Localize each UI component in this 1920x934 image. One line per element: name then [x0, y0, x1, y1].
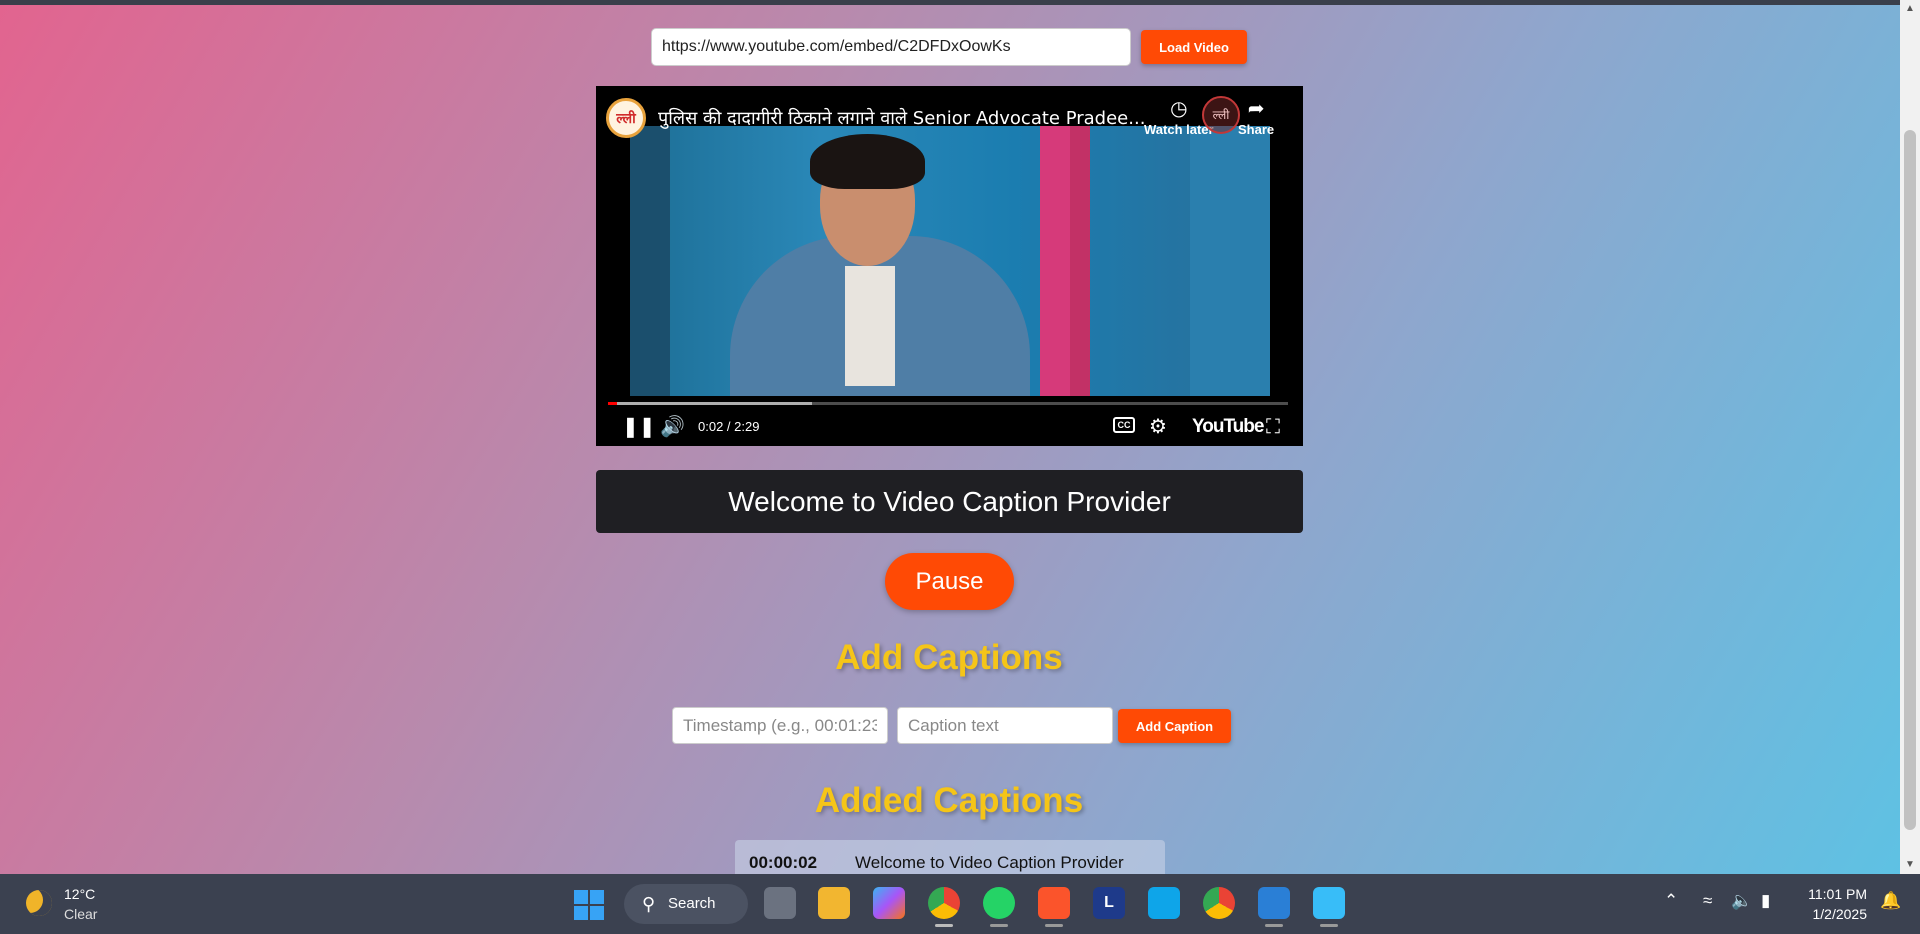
task-view-icon[interactable] — [764, 887, 796, 919]
page: Load Video ल्ली पुलिस की दादागीरी ठिकाने… — [0, 0, 1920, 874]
watch-later-label: Watch later — [1144, 122, 1214, 137]
file-explorer-icon[interactable] — [818, 887, 850, 919]
video-url-input[interactable] — [651, 28, 1131, 66]
battery-icon[interactable]: ▮ — [1761, 891, 1770, 911]
caption-list-item[interactable]: 00:00:02 Welcome to Video Caption Provid… — [735, 840, 1165, 874]
channel-watermark-icon: ल्ली — [1202, 96, 1240, 134]
clock-time[interactable]: 11:01 PM — [1803, 886, 1867, 902]
share-button[interactable]: ➦ Share — [1238, 96, 1274, 137]
video-frame — [630, 126, 1270, 396]
scroll-down-arrow-icon[interactable]: ▼ — [1900, 856, 1920, 874]
share-icon: ➦ — [1247, 98, 1265, 120]
whatsapp-icon[interactable] — [983, 887, 1015, 919]
add-caption-button[interactable]: Add Caption — [1118, 709, 1231, 743]
video-player[interactable]: ल्ली पुलिस की दादागीरी ठिकाने लगाने वाले… — [596, 86, 1303, 446]
settings-icon[interactable]: ⚙ — [1149, 414, 1167, 440]
progress-bar[interactable] — [608, 402, 1288, 405]
chrome-profile-icon[interactable] — [1203, 887, 1235, 919]
taskbar-search[interactable]: ⚲ Search — [624, 884, 748, 924]
added-captions-heading: Added Captions — [814, 781, 1084, 820]
chrome-icon[interactable] — [928, 887, 960, 919]
progress-played — [608, 402, 617, 405]
caption-timestamp: 00:00:02 — [749, 853, 818, 872]
copilot-icon[interactable] — [873, 887, 905, 919]
volume-icon[interactable]: 🔊 — [660, 414, 685, 440]
taskbar: 12°C Clear ⚲ Search L ⌃ ≈ 🔈 ▮ 11:01 PM 1… — [0, 874, 1920, 934]
l-app-icon[interactable]: L — [1093, 887, 1125, 919]
start-button[interactable] — [574, 890, 604, 920]
caption-display: Welcome to Video Caption Provider — [596, 470, 1303, 533]
video-title[interactable]: पुलिस की दादागीरी ठिकाने लगाने वाले Seni… — [658, 106, 1145, 130]
scrollbar-thumb[interactable] — [1904, 130, 1916, 830]
chevron-up-icon[interactable]: ⌃ — [1664, 891, 1678, 911]
time-display: 0:02 / 2:29 — [698, 419, 760, 434]
channel-avatar[interactable]: ल्ली — [606, 98, 646, 138]
cc-icon[interactable]: CC — [1113, 417, 1135, 433]
weather-temperature[interactable]: 12°C — [64, 886, 95, 902]
caption-text-input[interactable] — [897, 707, 1113, 744]
timestamp-input[interactable] — [672, 707, 888, 744]
fullscreen-icon[interactable]: ⛶ — [1266, 414, 1280, 440]
speaker-icon[interactable]: 🔈 — [1731, 891, 1752, 911]
wifi-icon[interactable]: ≈ — [1703, 891, 1712, 911]
notepad-icon[interactable] — [1313, 887, 1345, 919]
clock-date[interactable]: 1/2/2025 — [1803, 906, 1868, 922]
windows-app-icon[interactable] — [1148, 887, 1180, 919]
weather-condition[interactable]: Clear — [64, 906, 97, 922]
youtube-logo[interactable]: YouTube — [1192, 416, 1264, 438]
page-scrollbar[interactable]: ▲ ▼ — [1900, 0, 1920, 874]
scroll-up-arrow-icon[interactable]: ▲ — [1900, 0, 1920, 18]
search-icon: ⚲ — [642, 894, 656, 914]
progress-buffered — [608, 402, 812, 405]
brave-icon[interactable] — [1038, 887, 1070, 919]
moon-icon[interactable] — [26, 890, 52, 916]
pause-icon[interactable]: ❚❚ — [622, 414, 656, 440]
caption-text: Welcome to Video Caption Provider — [855, 853, 1124, 872]
share-label: Share — [1238, 122, 1275, 137]
add-captions-heading: Add Captions — [835, 638, 1063, 677]
search-label: Search — [668, 895, 716, 912]
window-top-edge — [0, 0, 1920, 5]
vscode-icon[interactable] — [1258, 887, 1290, 919]
pause-button[interactable]: Pause — [885, 553, 1014, 610]
load-video-button[interactable]: Load Video — [1141, 30, 1247, 64]
notification-icon[interactable]: 🔔 — [1880, 891, 1901, 911]
